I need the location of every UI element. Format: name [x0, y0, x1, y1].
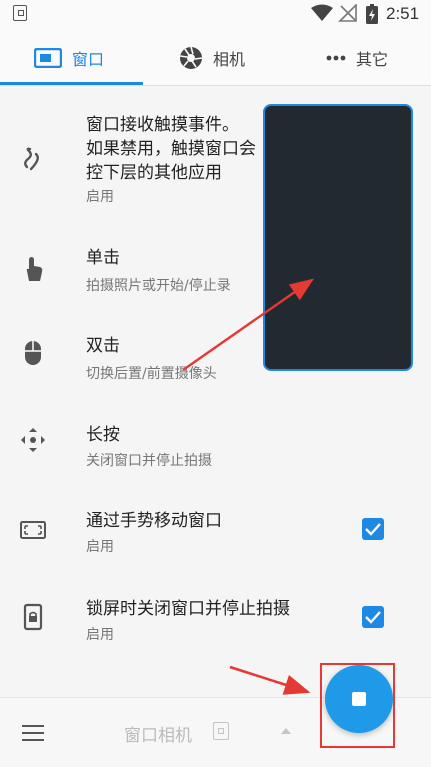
tab-label: 其它 — [356, 50, 389, 69]
move-window-checkbox[interactable] — [362, 518, 384, 540]
tab-indicator — [0, 82, 143, 85]
clock: 2:51 — [386, 4, 420, 23]
no-signal-icon — [338, 4, 357, 22]
setting-lock-screen-close[interactable]: 锁屏时关闭窗口并停止拍摄 启用 — [0, 593, 431, 653]
floating-camera-window[interactable] — [263, 104, 413, 371]
caret-up-icon[interactable] — [281, 728, 291, 734]
lock-screen-icon — [23, 603, 43, 631]
window-frame-icon — [20, 521, 46, 539]
lock-screen-checkbox[interactable] — [362, 606, 384, 628]
setting-move-window-gesture[interactable]: 通过手势移动窗口 启用 — [0, 507, 431, 567]
tab-label: 相机 — [213, 50, 246, 69]
app-title: 窗口相机 — [124, 726, 192, 746]
battery-charging-icon — [366, 4, 378, 24]
checkmark-icon — [365, 523, 381, 536]
mouse-icon — [25, 341, 41, 365]
wifi-icon — [311, 4, 333, 21]
checkmark-icon — [365, 611, 381, 624]
setting-title: 锁屏时关闭窗口并停止拍摄 — [86, 599, 290, 619]
more-dots-icon — [326, 55, 346, 61]
setting-subtitle: 启用 — [86, 627, 114, 643]
setting-long-press[interactable]: 长按 关闭窗口并停止拍摄 — [0, 417, 431, 477]
annotation-arrow-to-fab — [229, 665, 311, 695]
app-icon — [13, 5, 27, 21]
touch-gesture-icon — [24, 147, 39, 171]
camera-shutter-icon — [179, 46, 203, 69]
tab-label: 窗口 — [72, 50, 105, 69]
setting-title: 单击 — [86, 248, 120, 268]
menu-icon[interactable] — [22, 725, 44, 741]
tab-window[interactable]: 窗口 — [34, 30, 104, 86]
setting-subtitle: 拍摄照片或开始/停止录 — [86, 278, 231, 294]
setting-subtitle: 启用 — [86, 189, 114, 205]
tab-other[interactable]: 其它 — [326, 30, 388, 86]
tap-hand-icon — [26, 257, 43, 281]
annotation-highlight-box — [320, 663, 395, 748]
setting-title: 通过手势移动窗口 — [86, 511, 222, 531]
setting-subtitle: 切换后置/前置摄像头 — [86, 366, 217, 382]
status-bar: 2:51 — [0, 0, 431, 30]
tab-bar: 窗口 相机 其它 — [0, 30, 431, 86]
setting-subtitle: 关闭窗口并停止拍摄 — [86, 453, 212, 469]
setting-subtitle: 启用 — [86, 539, 114, 555]
move-arrows-icon — [21, 428, 45, 452]
setting-title: 双击 — [86, 336, 120, 356]
window-icon — [34, 48, 62, 68]
setting-title: 窗口接收触摸事件。 如果禁用，触摸窗口会 控下层的其他应用 — [86, 115, 256, 183]
setting-title: 长按 — [86, 425, 120, 445]
app-title-icon — [213, 722, 229, 740]
tab-camera[interactable]: 相机 — [179, 30, 245, 86]
